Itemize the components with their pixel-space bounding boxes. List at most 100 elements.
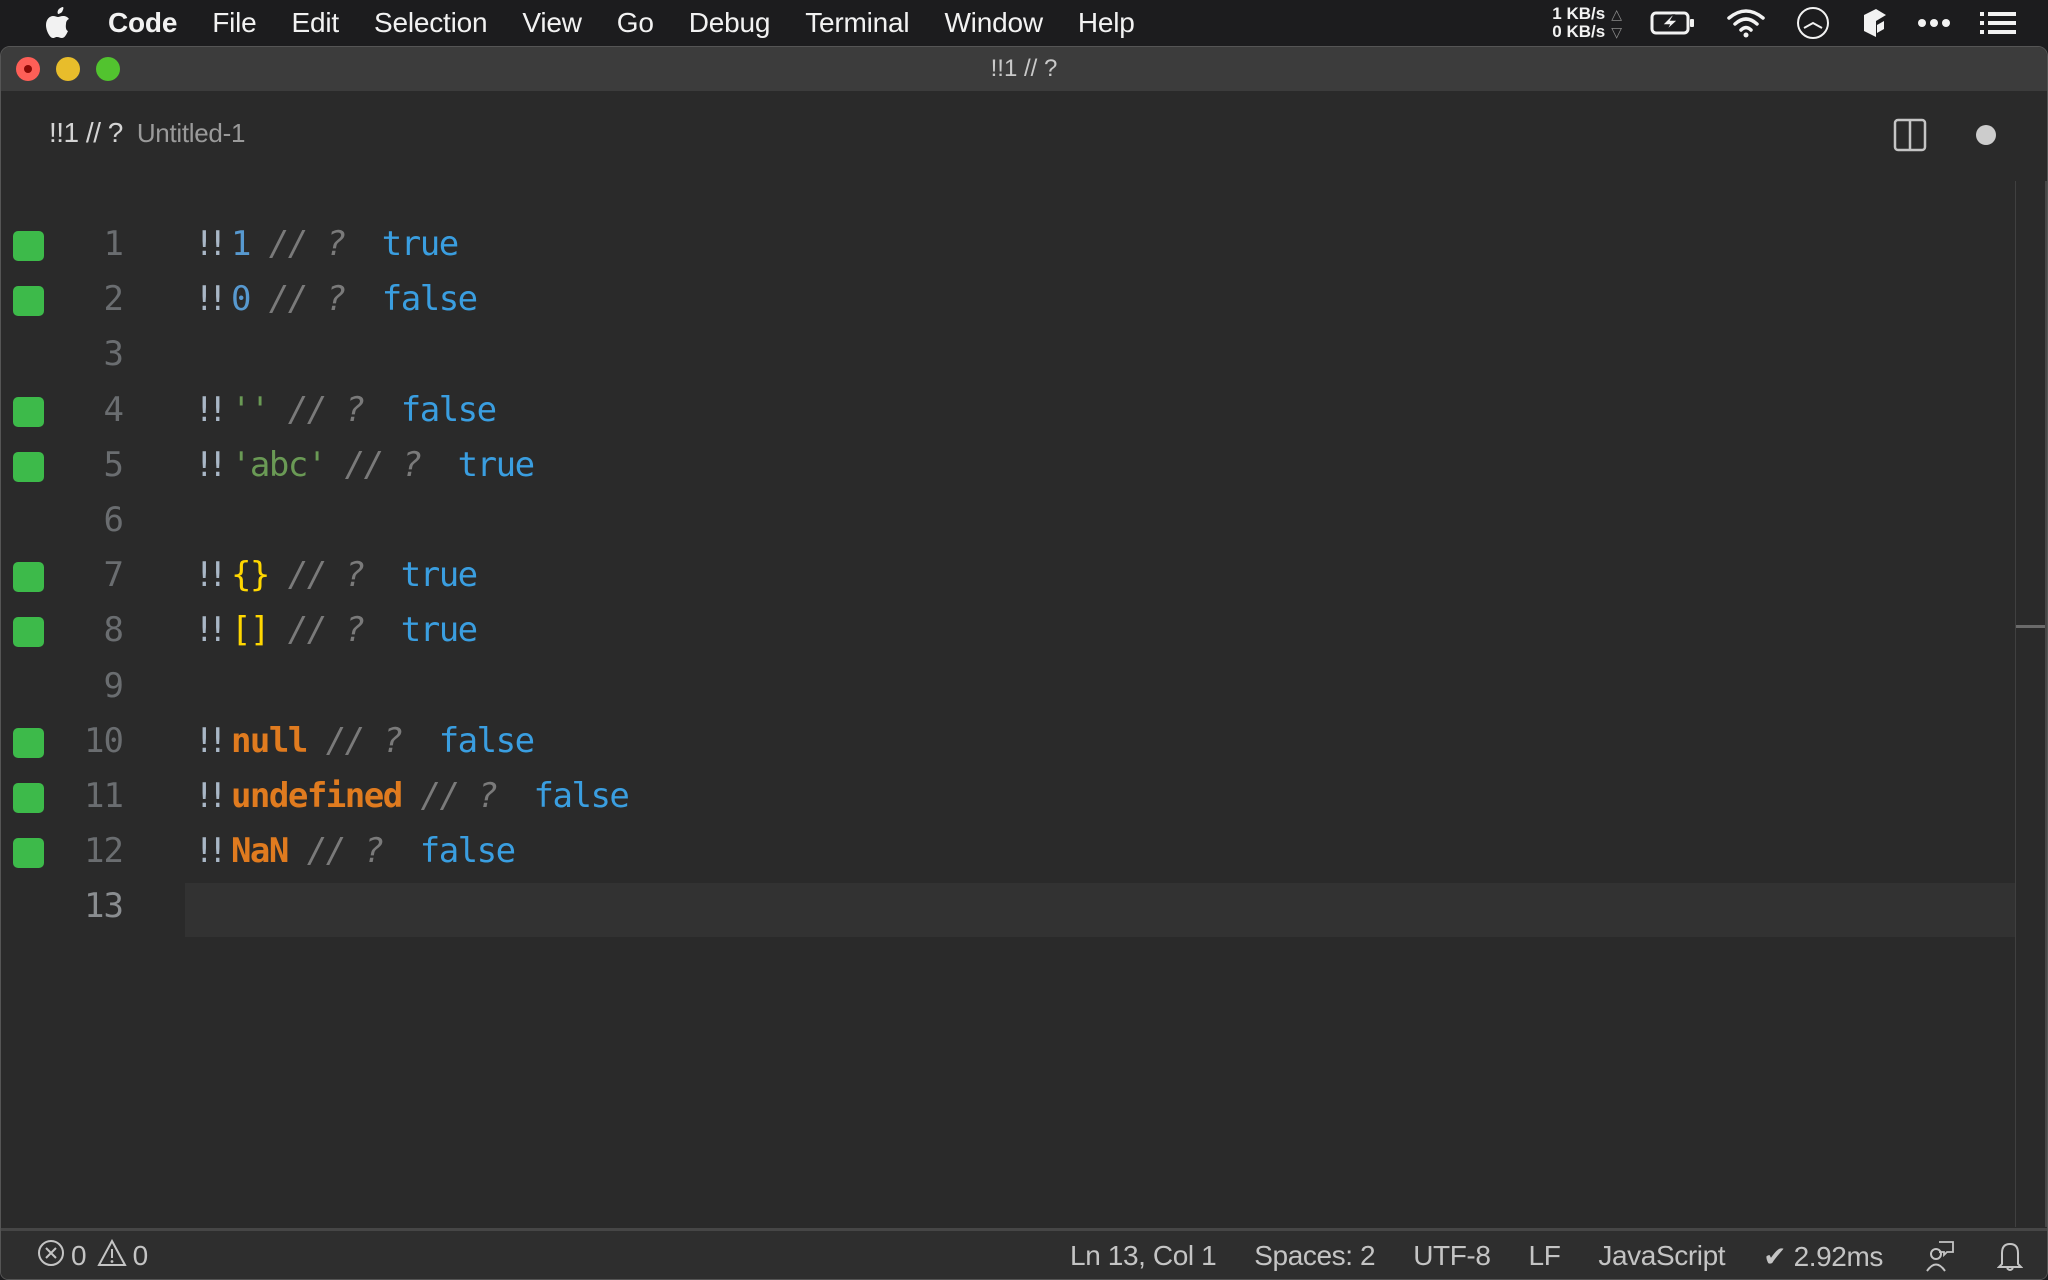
code-text: !! null // ? false — [194, 720, 535, 761]
tab-label: !!1 // ? — [49, 117, 123, 148]
end-of-line[interactable]: LF — [1529, 1240, 1561, 1272]
menu-terminal[interactable]: Terminal — [805, 7, 909, 39]
editor-line[interactable]: 7!!{} // ? true — [1, 549, 2047, 604]
line-number: 2 — [103, 279, 124, 320]
coverage-indicator-icon — [13, 396, 44, 427]
split-editor-icon[interactable] — [1893, 118, 1927, 152]
editor-line[interactable]: 8!![] // ? true — [1, 604, 2047, 659]
editor-line[interactable]: 9 — [1, 660, 2047, 715]
coverage-indicator-icon — [13, 783, 44, 813]
inline-result-value: false — [438, 720, 535, 761]
coverage-indicator-icon — [13, 231, 44, 261]
code-text: !! '' // ? false — [194, 389, 497, 430]
cube-app-icon[interactable] — [1860, 7, 1888, 39]
menu-help[interactable]: Help — [1078, 7, 1135, 39]
editor-line[interactable]: 10!! null // ? false — [1, 715, 2047, 770]
editor-line[interactable]: 6 — [1, 494, 2047, 549]
menu-bar-tray: 1 KB/s 0 KB/s △ ▽ — [1552, 0, 2048, 46]
download-arrow-icon: ▽ — [1611, 24, 1622, 40]
string-literal: 'abc' — [230, 444, 327, 485]
title-bar[interactable]: !!1 // ? — [1, 47, 2047, 91]
code-text: !! 0 // ? false — [194, 279, 478, 320]
warning-icon — [96, 1238, 127, 1274]
line-number: 13 — [84, 886, 124, 927]
editor-line[interactable]: 5 !!'abc' // ? true — [1, 439, 2047, 494]
quokka-timing[interactable]: ✔ 2.92ms — [1763, 1240, 1883, 1273]
number-literal: 0 — [230, 279, 251, 320]
problems-indicator[interactable]: 0 0 — [37, 1231, 158, 1279]
cursor-position[interactable]: Ln 13, Col 1 — [1070, 1240, 1217, 1272]
language-mode[interactable]: JavaScript — [1598, 1240, 1725, 1272]
menu-go[interactable]: Go — [617, 7, 654, 39]
editor-line[interactable]: 13 — [1, 880, 2047, 935]
network-speed[interactable]: 1 KB/s 0 KB/s — [1552, 5, 1605, 41]
menu-view[interactable]: View — [522, 7, 582, 39]
more-dots-icon[interactable] — [1918, 18, 1950, 28]
code-text: !!'abc' // ? true — [194, 444, 535, 485]
file-encoding[interactable]: UTF-8 — [1413, 1240, 1491, 1272]
editor-line[interactable]: 1!! 1 // ? true — [1, 218, 2047, 273]
wifi-icon[interactable] — [1726, 8, 1766, 38]
not-operator: !! — [194, 555, 228, 596]
line-number: 12 — [84, 831, 124, 872]
bracket-literal: {} — [230, 555, 270, 596]
menu-edit[interactable]: Edit — [292, 7, 340, 39]
tab-untitled-1[interactable]: !!1 // ? Untitled-1 — [49, 117, 245, 149]
tab-description: Untitled-1 — [136, 118, 246, 148]
feedback-icon[interactable] — [1925, 1240, 1955, 1272]
not-operator: !! — [194, 279, 228, 320]
inline-result-value: true — [400, 555, 478, 596]
not-operator: !! — [194, 224, 228, 264]
indentation[interactable]: Spaces: 2 — [1254, 1240, 1375, 1272]
line-number: 4 — [103, 389, 124, 430]
net-arrows: △ ▽ — [1611, 5, 1622, 41]
keyword-literal: undefined — [230, 776, 403, 816]
coverage-indicator-icon — [13, 451, 44, 482]
not-operator: !! — [194, 776, 228, 816]
line-number: 5 — [103, 444, 124, 485]
inline-result-value: false — [381, 279, 478, 320]
not-operator: !! — [194, 389, 228, 430]
user-circle-icon[interactable] — [1796, 6, 1830, 40]
not-operator: !! — [194, 444, 228, 485]
menu-window[interactable]: Window — [944, 7, 1043, 39]
error-count: 0 — [71, 1240, 87, 1271]
editor-tab-bar: !!1 // ? Untitled-1 — [1, 91, 2047, 177]
coverage-indicator-icon — [13, 838, 44, 869]
quokka-comment: // ? — [287, 831, 384, 872]
editor-line[interactable]: 4 !! '' // ? false — [1, 384, 2047, 439]
net-download-speed: 0 KB/s — [1552, 22, 1606, 41]
quokka-comment: // ? — [268, 610, 365, 651]
apple-logo-icon[interactable] — [40, 6, 74, 40]
editor-line[interactable]: 2!! 0 // ? false — [1, 273, 2047, 328]
coverage-indicator-icon — [13, 562, 44, 593]
code-editor[interactable]: 1!! 1 // ? true 2!! 0 // ? false 3 4!! '' // ?… — [1, 177, 2047, 1227]
quokka-comment: // ? — [249, 279, 346, 320]
menu-app-code[interactable]: Code — [108, 7, 177, 39]
quokka-comment: // ? — [268, 389, 365, 430]
overview-ruler-cursor-mark — [2016, 625, 2047, 628]
line-number: 9 — [103, 665, 124, 706]
keyword-literal: NaN — [230, 831, 289, 872]
code-text: !!{} // ? true — [194, 555, 478, 596]
not-operator: !! — [194, 610, 228, 651]
editor-line[interactable]: 3 — [1, 328, 2047, 383]
quokka-comment: // ? — [249, 224, 346, 264]
editor-line[interactable]: 12!! NaN // ? false — [1, 825, 2047, 880]
inline-result-value: false — [400, 389, 497, 430]
quokka-comment: // ? — [325, 444, 422, 485]
net-upload-speed: 1 KB/s — [1552, 4, 1606, 23]
list-menu-icon[interactable] — [1980, 12, 2016, 34]
inline-result-value: false — [533, 776, 630, 816]
editor-line[interactable]: 11!! undefined // ? false — [1, 770, 2047, 825]
unsaved-changes-dot-icon[interactable] — [1976, 125, 1996, 145]
notifications-bell-icon[interactable] — [1997, 1240, 2023, 1272]
menu-debug[interactable]: Debug — [689, 7, 771, 39]
not-operator: !! — [194, 831, 228, 872]
not-operator: !! — [194, 720, 228, 761]
status-bar-right: Ln 13, Col 1 Spaces: 2 UTF-8 LF JavaScri… — [1032, 1231, 2023, 1279]
menu-selection[interactable]: Selection — [374, 7, 488, 39]
menu-file[interactable]: File — [212, 7, 257, 39]
battery-charging-icon[interactable] — [1650, 11, 1696, 35]
inline-result-value: false — [419, 831, 516, 872]
